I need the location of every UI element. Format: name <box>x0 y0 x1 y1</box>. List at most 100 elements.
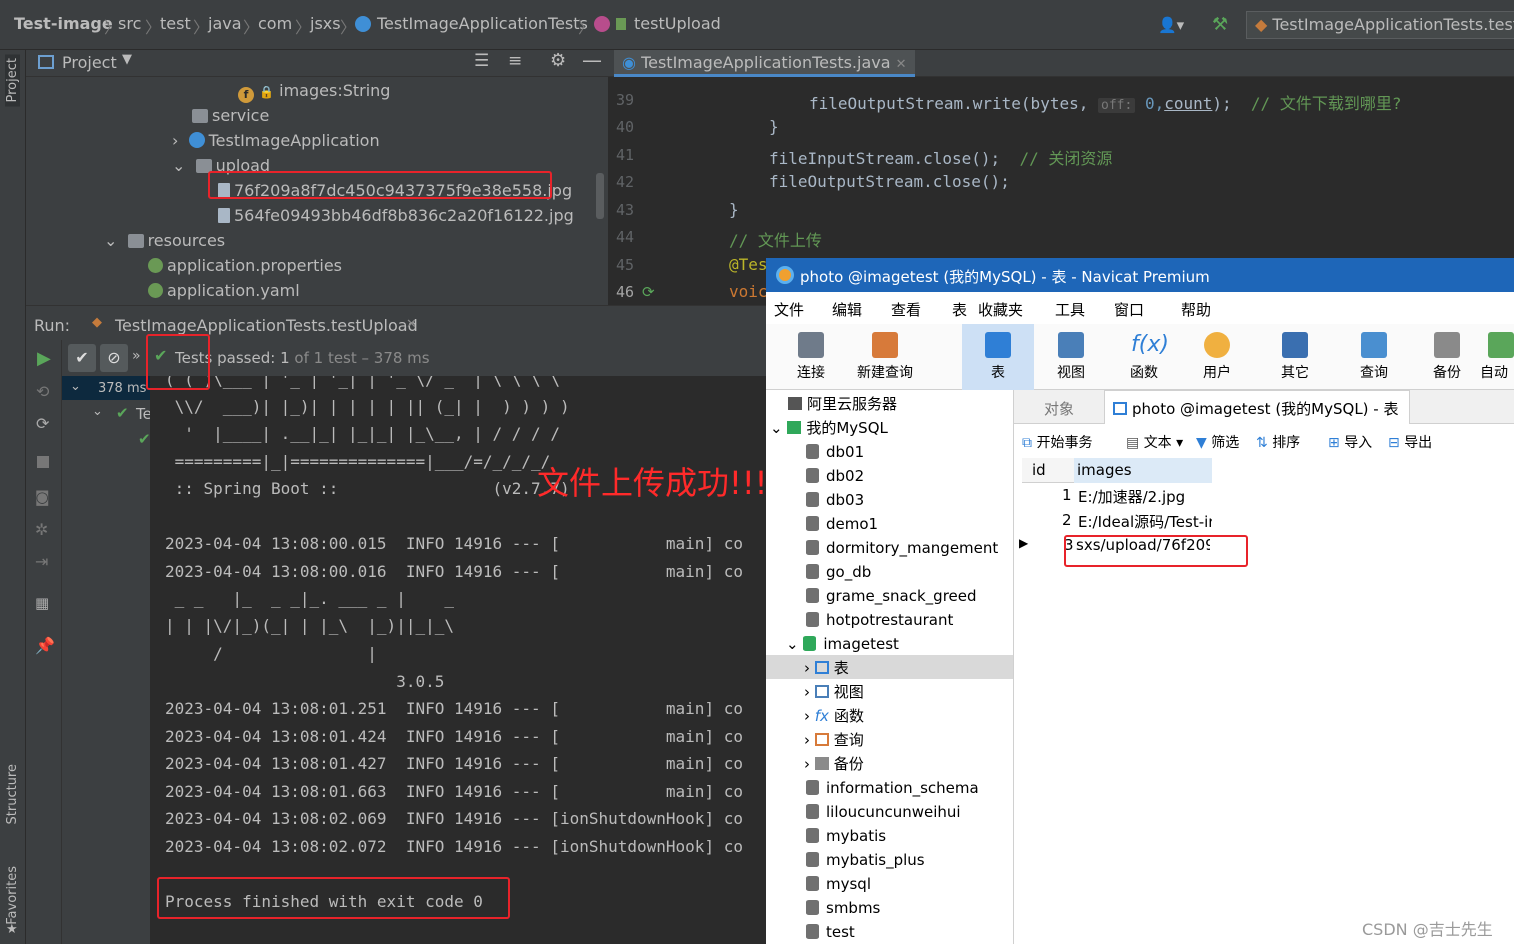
column-header-id[interactable]: id <box>1032 461 1046 479</box>
toggle-auto-test-icon[interactable]: ⟳ <box>36 414 49 433</box>
tree-db[interactable]: mybatis_plus <box>806 850 925 870</box>
menu-view[interactable]: 查看 <box>891 299 921 320</box>
function-button[interactable]: f(x) 函数 <box>1113 324 1175 390</box>
grid-cell-id[interactable]: 2 <box>1062 511 1072 529</box>
breadcrumb-jsxs[interactable]: jsxs <box>310 14 341 33</box>
tree-item-app-class[interactable]: › TestImageApplication <box>172 131 380 151</box>
stop-icon[interactable] <box>37 456 49 468</box>
tree-node-tables[interactable]: › 表 <box>804 658 849 678</box>
tree-db[interactable]: demo1 <box>806 514 878 534</box>
run-config-selector[interactable]: ◆ TestImageApplicationTests.testI <box>1246 11 1514 39</box>
tree-db[interactable]: hotpotrestaurant <box>806 610 953 630</box>
breadcrumb-method[interactable]: testUpload <box>634 14 721 33</box>
run-tab[interactable]: TestImageApplicationTests.testUpload <box>115 316 418 335</box>
editor-tab[interactable]: ◉ TestImageApplicationTests.java ✕ <box>614 50 915 77</box>
show-passed-icon[interactable]: ✔ <box>68 344 96 372</box>
connect-button[interactable]: 连接 <box>780 324 842 390</box>
text-button[interactable]: ▤ 文本 ▾ <box>1126 432 1183 452</box>
layout-icon[interactable]: ▦ <box>35 594 49 612</box>
tree-connection-mysql[interactable]: ⌄ 我的MySQL <box>770 418 888 438</box>
backup-button[interactable]: 备份 <box>1416 324 1478 390</box>
tree-db[interactable]: db02 <box>806 466 864 486</box>
other-button[interactable]: 其它 <box>1264 324 1326 390</box>
gear-icon[interactable]: ⚙ <box>550 50 566 71</box>
tree-item-field[interactable]: f 🔒 images:String <box>238 81 390 103</box>
breadcrumb-test[interactable]: test <box>160 14 191 33</box>
menu-favorites[interactable]: 收藏夹 <box>978 299 1023 320</box>
project-view-title[interactable]: Project <box>62 53 117 72</box>
show-ignored-icon[interactable]: ⊘ <box>100 344 128 372</box>
tree-item-file-2[interactable]: 564fe09493bb46df8b836c2a20f16122.jpg <box>218 206 574 226</box>
project-tool-tab[interactable]: Project <box>5 54 20 107</box>
collapse-all-icon[interactable]: ≡ <box>508 51 522 71</box>
sort-button[interactable]: ⇅ 排序 <box>1256 432 1300 452</box>
view-button[interactable]: 视图 <box>1040 324 1102 390</box>
tree-db-imagetest[interactable]: ⌄ imagetest <box>786 634 899 654</box>
tree-item-service[interactable]: service <box>192 106 269 126</box>
build-hammer-icon[interactable]: ⚒ <box>1212 14 1232 35</box>
tree-node-backups[interactable]: › 备份 <box>804 754 864 774</box>
user-button[interactable]: 用户 <box>1186 324 1248 390</box>
tree-db[interactable]: db01 <box>806 442 864 462</box>
scrollbar[interactable] <box>596 173 604 219</box>
tree-node-functions[interactable]: › fx 函数 <box>804 706 864 726</box>
filter-button[interactable]: ▼ 筛选 <box>1196 432 1239 452</box>
breadcrumb-com[interactable]: com <box>258 14 292 33</box>
new-query-button[interactable]: 新建查询 <box>854 324 916 390</box>
tree-connection-aliyun[interactable]: 阿里云服务器 <box>788 394 897 414</box>
expand-all-icon[interactable]: ☰ <box>474 51 489 71</box>
user-icon[interactable]: 👤▾ <box>1158 16 1188 34</box>
tree-db[interactable]: liloucuncunweihui <box>806 802 961 822</box>
grid-cell-id[interactable]: 1 <box>1062 486 1072 504</box>
hide-panel-icon[interactable]: — <box>582 48 602 72</box>
tree-db[interactable]: grame_snack_greed <box>806 586 977 606</box>
breadcrumb-java[interactable]: java <box>208 14 242 33</box>
tab-objects[interactable]: 对象 <box>1044 398 1074 419</box>
begin-transaction-button[interactable]: ⧉ 开始事务 <box>1022 432 1092 452</box>
pin-icon[interactable]: 📌 <box>35 636 55 655</box>
import-button[interactable]: ⊞ 导入 <box>1328 432 1372 452</box>
tree-item-yaml[interactable]: application.yaml <box>148 281 300 301</box>
menu-edit[interactable]: 编辑 <box>832 299 862 320</box>
menu-window[interactable]: 窗口 <box>1114 299 1144 320</box>
tab-table-data[interactable]: photo @imagetest (我的MySQL) - 表 <box>1104 390 1410 424</box>
run-test-icon[interactable]: ⟳ <box>642 283 655 301</box>
tree-db[interactable]: mybatis <box>806 826 886 846</box>
query-button[interactable]: 查询 <box>1343 324 1405 390</box>
menu-file[interactable]: 文件 <box>774 299 804 320</box>
structure-tool-tab[interactable]: Structure <box>5 764 20 824</box>
table-button[interactable]: 表 <box>962 324 1034 390</box>
tree-node-queries[interactable]: › 查询 <box>804 730 864 750</box>
auto-run-button[interactable]: 自动 <box>1480 324 1514 390</box>
menu-help[interactable]: 帮助 <box>1181 299 1211 320</box>
close-icon[interactable]: ✕ <box>896 57 907 72</box>
menu-table[interactable]: 表 <box>952 299 967 320</box>
menu-tools[interactable]: 工具 <box>1055 299 1085 320</box>
tree-db[interactable]: information_schema <box>806 778 979 798</box>
breadcrumb-project[interactable]: Test-image <box>14 14 113 33</box>
column-header-images[interactable]: images <box>1077 461 1132 479</box>
rerun-icon[interactable]: ▶ <box>37 348 51 369</box>
tree-node-views[interactable]: › 视图 <box>804 682 864 702</box>
tree-item-properties[interactable]: application.properties <box>148 256 342 276</box>
tree-item-resources[interactable]: ⌄ resources <box>104 231 225 251</box>
tree-db[interactable]: test <box>806 922 855 942</box>
favorites-tool-tab[interactable]: Favorites <box>5 866 20 925</box>
chevron-down-icon[interactable]: ▼ <box>122 52 132 67</box>
breadcrumb-class[interactable]: TestImageApplicationTests <box>377 14 588 33</box>
settings-icon[interactable]: ✲ <box>35 520 48 539</box>
export-button[interactable]: ⊟ 导出 <box>1388 432 1432 452</box>
tree-db[interactable]: dormitory_mangement <box>806 538 998 558</box>
more-icon[interactable]: » <box>132 348 141 364</box>
close-icon[interactable]: ✕ <box>406 317 417 332</box>
camera-icon[interactable]: ◙ <box>35 488 50 506</box>
export-icon[interactable]: ⇥ <box>35 552 48 571</box>
tree-db[interactable]: mysql <box>806 874 871 894</box>
tree-db[interactable]: smbms <box>806 898 880 918</box>
breadcrumb-src[interactable]: src <box>118 14 141 33</box>
rerun-failed-icon[interactable]: ⟲ <box>36 382 49 401</box>
tree-db[interactable]: go_db <box>806 562 871 582</box>
tree-db[interactable]: db03 <box>806 490 864 510</box>
grid-cell-images[interactable]: E:/Ideal源码/Test-ir <box>1078 511 1212 532</box>
grid-cell-images[interactable]: E:/加速器/2.jpg <box>1078 486 1212 507</box>
